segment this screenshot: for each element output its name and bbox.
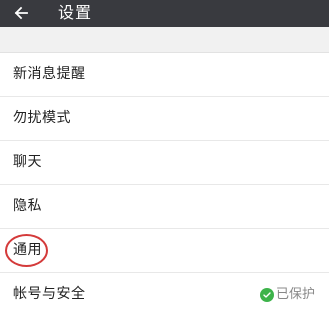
page-title: 设置 bbox=[58, 3, 93, 22]
arrow-left-icon bbox=[14, 6, 28, 20]
settings-item-label: 通用 bbox=[13, 242, 42, 258]
top-bar: 设置 bbox=[0, 0, 329, 27]
protection-status: 已保护 bbox=[259, 286, 315, 304]
settings-item-chat[interactable]: 聊天 bbox=[0, 141, 329, 185]
settings-item-general[interactable]: 通用 bbox=[0, 229, 329, 273]
settings-list: 新消息提醒 勿扰模式 聊天 隐私 通用 帐号与安全 已保护 bbox=[0, 53, 329, 315]
section-gap bbox=[0, 27, 329, 53]
settings-item-label: 聊天 bbox=[13, 154, 42, 170]
settings-item-label: 隐私 bbox=[13, 198, 42, 214]
status-text: 已保护 bbox=[275, 287, 315, 302]
settings-item-label: 帐号与安全 bbox=[13, 286, 86, 302]
shield-check-icon bbox=[259, 288, 274, 302]
back-button[interactable] bbox=[9, 3, 33, 23]
settings-item-account-security[interactable]: 帐号与安全 已保护 bbox=[0, 273, 329, 315]
settings-item-label: 新消息提醒 bbox=[13, 66, 86, 82]
settings-item-label: 勿扰模式 bbox=[13, 110, 71, 126]
settings-item-privacy[interactable]: 隐私 bbox=[0, 185, 329, 229]
settings-screen: 设置 新消息提醒 勿扰模式 聊天 隐私 通用 帐号与安全 已保护 bbox=[0, 0, 329, 315]
settings-item-do-not-disturb[interactable]: 勿扰模式 bbox=[0, 97, 329, 141]
settings-item-new-message-notification[interactable]: 新消息提醒 bbox=[0, 53, 329, 97]
